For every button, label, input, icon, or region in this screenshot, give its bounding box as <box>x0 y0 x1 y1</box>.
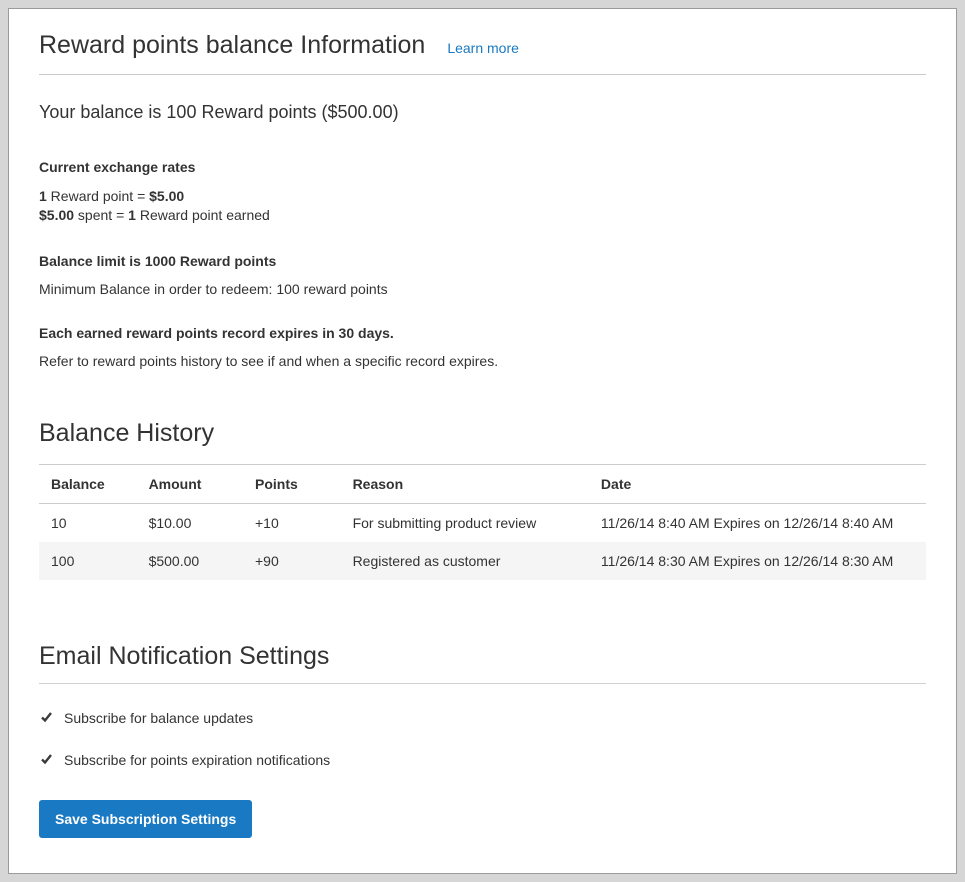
column-header-amount: Amount <box>137 464 243 503</box>
page-title: Reward points balance Information <box>39 31 425 60</box>
rate2-value: $5.00 <box>39 207 74 223</box>
email-settings-divider <box>39 683 926 684</box>
balance-summary: Your balance is 100 Reward points ($500.… <box>39 102 926 123</box>
table-row: 10 $10.00 +10 For submitting product rev… <box>39 503 926 542</box>
cell-points: +10 <box>243 503 341 542</box>
table-row: 100 $500.00 +90 Registered as customer 1… <box>39 542 926 580</box>
balance-updates-checkbox[interactable] <box>39 710 54 725</box>
expiration-notifications-label: Subscribe for points expiration notifica… <box>64 752 330 768</box>
cell-points: +90 <box>243 542 341 580</box>
balance-limit-heading: Balance limit is 1000 Reward points <box>39 253 926 269</box>
cell-amount: $10.00 <box>137 503 243 542</box>
cell-balance: 100 <box>39 542 137 580</box>
rate2-points: 1 <box>128 207 136 223</box>
balance-history-heading: Balance History <box>39 419 926 448</box>
header-divider <box>39 74 926 75</box>
expiration-notifications-option: Subscribe for points expiration notifica… <box>39 752 926 768</box>
rate2-text: spent = <box>74 207 128 223</box>
cell-date: 11/26/14 8:40 AM Expires on 12/26/14 8:4… <box>589 503 926 542</box>
exchange-rate-line-2: $5.00 spent = 1 Reward point earned <box>39 206 926 225</box>
table-header-row: Balance Amount Points Reason Date <box>39 464 926 503</box>
reward-points-panel: Reward points balance Information Learn … <box>8 8 957 874</box>
column-header-balance: Balance <box>39 464 137 503</box>
learn-more-link[interactable]: Learn more <box>447 40 519 56</box>
balance-updates-option: Subscribe for balance updates <box>39 710 926 726</box>
expiration-notifications-checkbox[interactable] <box>39 752 54 767</box>
save-subscription-settings-button[interactable]: Save Subscription Settings <box>39 800 252 838</box>
column-header-reason: Reason <box>341 464 589 503</box>
rate1-value: $5.00 <box>149 188 184 204</box>
page-header: Reward points balance Information Learn … <box>39 31 926 60</box>
column-header-date: Date <box>589 464 926 503</box>
cell-reason: Registered as customer <box>341 542 589 580</box>
exchange-rates-heading: Current exchange rates <box>39 159 926 175</box>
rate1-text: Reward point = <box>47 188 149 204</box>
cell-reason: For submitting product review <box>341 503 589 542</box>
exchange-rate-line-1: 1 Reward point = $5.00 <box>39 187 926 206</box>
expiration-heading: Each earned reward points record expires… <box>39 325 926 341</box>
rate1-points: 1 <box>39 188 47 204</box>
cell-date: 11/26/14 8:30 AM Expires on 12/26/14 8:3… <box>589 542 926 580</box>
column-header-points: Points <box>243 464 341 503</box>
minimum-balance-note: Minimum Balance in order to redeem: 100 … <box>39 281 926 297</box>
rate2-tail: Reward point earned <box>136 207 270 223</box>
exchange-rates: 1 Reward point = $5.00 $5.00 spent = 1 R… <box>39 187 926 225</box>
balance-history-table: Balance Amount Points Reason Date 10 $10… <box>39 464 926 580</box>
expiration-note: Refer to reward points history to see if… <box>39 353 926 369</box>
cell-amount: $500.00 <box>137 542 243 580</box>
cell-balance: 10 <box>39 503 137 542</box>
email-settings-heading: Email Notification Settings <box>39 642 926 671</box>
balance-updates-label: Subscribe for balance updates <box>64 710 253 726</box>
